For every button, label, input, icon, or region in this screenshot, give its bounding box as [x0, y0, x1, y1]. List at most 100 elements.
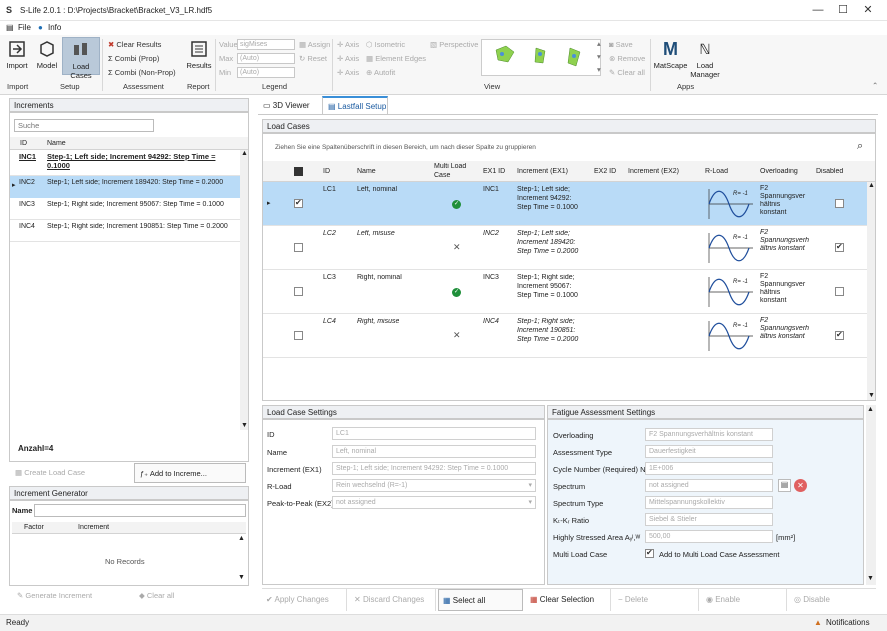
table-row[interactable]: ▸ LC1 Left, nominal ✓ INC1 Step-1; Left side;…: [263, 182, 867, 226]
apply-changes-button[interactable]: ✔ Apply Changes: [262, 589, 347, 611]
table-row[interactable]: LC3 Right, nominal ✓ INC3 Step-1; Right side…: [263, 270, 867, 314]
col-inc-ex2-header[interactable]: Increment (EX2): [628, 168, 679, 177]
col-name-header[interactable]: Name: [357, 168, 376, 177]
disable-button[interactable]: ◎ Disable: [790, 589, 875, 611]
row-disabled-checkbox[interactable]: [835, 287, 844, 296]
value-select[interactable]: sigMises: [237, 39, 295, 50]
increments-scrollbar[interactable]: ▲ ▼: [240, 150, 248, 430]
multi-lc-checkbox[interactable]: [645, 548, 654, 558]
scroll-up-icon[interactable]: ▲: [868, 182, 875, 191]
overloading-select[interactable]: F2 Spannungsverhältnis konstant: [645, 428, 773, 441]
clear-results-button[interactable]: ✖ Clear Results: [108, 40, 161, 49]
load-cases-button[interactable]: Load Cases: [62, 37, 100, 80]
clear-all-views-button[interactable]: ✎ Clear all: [609, 68, 645, 77]
isometric-button[interactable]: ⬡ Isometric: [366, 40, 405, 49]
remove-view-button[interactable]: ⊗ Remove: [609, 54, 645, 63]
close-icon[interactable]: ✕: [857, 3, 879, 18]
increments-search-input[interactable]: [14, 119, 154, 132]
view-gallery[interactable]: [481, 39, 601, 76]
min-input[interactable]: (Auto): [237, 67, 295, 78]
status-notifications[interactable]: Notifications: [826, 618, 870, 627]
scroll-down-icon[interactable]: ▼: [868, 392, 875, 401]
row-select-checkbox[interactable]: [294, 198, 303, 208]
row-disabled-checkbox[interactable]: [835, 242, 844, 252]
model-button[interactable]: Model: [34, 39, 60, 70]
row-select-checkbox[interactable]: [294, 287, 303, 296]
minimize-icon[interactable]: —: [807, 3, 829, 18]
file-menu-icon[interactable]: ▤: [6, 23, 14, 32]
scroll-up-icon[interactable]: ▲: [241, 150, 248, 159]
col-overloading-header[interactable]: Overloading: [760, 168, 798, 177]
col-multi-header[interactable]: Multi Load Case: [434, 163, 474, 180]
spectrum-open-icon[interactable]: ▤: [778, 479, 791, 492]
axis-z-button[interactable]: ✛ Axis: [337, 68, 359, 77]
perspective-button[interactable]: ▧ Perspective: [430, 40, 478, 49]
delete-button[interactable]: − Delete: [614, 589, 699, 611]
row-disabled-checkbox[interactable]: [835, 330, 844, 340]
create-load-case-button[interactable]: ▦ Create Load Case: [12, 464, 127, 482]
menu-file[interactable]: File: [18, 23, 31, 32]
gallery-more-icon[interactable]: ▾: [597, 65, 601, 74]
info-icon[interactable]: ●: [38, 23, 43, 32]
row-select-checkbox[interactable]: [294, 331, 303, 340]
table-row[interactable]: INC1 Step-1; Left side; Increment 94292:…: [10, 150, 240, 176]
import-button[interactable]: Import: [4, 39, 30, 70]
scroll-up-icon[interactable]: ▲: [867, 406, 874, 415]
add-to-increment-button[interactable]: ƒ₊ Add to Increme...: [134, 463, 246, 483]
combi-nonprop-button[interactable]: Σ Combi (Non-Prop): [108, 68, 176, 77]
table-row[interactable]: LC4 Right, misuse ✕ INC4 Step-1; Right side;…: [263, 314, 867, 358]
generator-clear-all-button[interactable]: ◆ Clear all: [139, 591, 174, 600]
col-id-header[interactable]: ID: [323, 168, 330, 177]
row-disabled-checkbox[interactable]: [835, 199, 844, 208]
scroll-down-icon[interactable]: ▼: [238, 574, 245, 583]
col-factor-header[interactable]: Factor: [24, 524, 44, 533]
ribbon-collapse-icon[interactable]: ⌃: [872, 81, 878, 90]
scroll-down-icon[interactable]: ▼: [867, 575, 874, 584]
tab-3d-viewer[interactable]: ▭ 3D Viewer: [258, 98, 318, 114]
lc-inc-select[interactable]: Step-1; Left side; Increment 94292: Step…: [332, 462, 536, 475]
lc-rload-select[interactable]: Rein wechselnd (R=-1) ▾: [332, 479, 536, 492]
axis-x-button[interactable]: ✛ Axis: [337, 40, 359, 49]
table-row[interactable]: ▸ INC2 Step-1; Left side; Increment 1894…: [10, 176, 240, 198]
results-button[interactable]: Results: [185, 39, 213, 70]
max-input[interactable]: (Auto): [237, 53, 295, 64]
assign-button[interactable]: ▦ Assign: [299, 40, 330, 49]
search-icon[interactable]: ⌕: [857, 140, 863, 153]
col-disabled-header[interactable]: Disabled: [816, 168, 843, 177]
save-view-button[interactable]: ◙ Save: [609, 40, 633, 49]
generator-name-input[interactable]: [34, 504, 246, 517]
area-input[interactable]: 500,00: [645, 530, 773, 543]
assessment-type-select[interactable]: Dauerfestigkeit: [645, 445, 773, 458]
table-row[interactable]: INC4 Step-1; Right side; Increment 19085…: [10, 220, 240, 242]
lc-p2p-select[interactable]: not assigned ▾: [332, 496, 536, 509]
gallery-up-icon[interactable]: ▴: [597, 39, 601, 48]
maximize-icon[interactable]: ☐: [832, 3, 854, 18]
col-name-header[interactable]: Name: [47, 140, 66, 149]
combi-prop-button[interactable]: Σ Combi (Prop): [108, 54, 159, 63]
col-ex2id-header[interactable]: EX2 ID: [594, 168, 616, 177]
generate-increment-button[interactable]: ✎ Generate Increment: [17, 591, 92, 600]
spectrum-type-select[interactable]: Mittelspannungskollektiv: [645, 496, 773, 509]
axis-y-button[interactable]: ✛ Axis: [337, 54, 359, 63]
autofit-button[interactable]: ⊕ Autofit: [366, 68, 395, 77]
enable-button[interactable]: ◉ Enable: [702, 589, 787, 611]
tab-lastfall-setup[interactable]: ▤ Lastfall Setup: [322, 96, 388, 114]
col-increment-header[interactable]: Increment: [78, 524, 109, 533]
scroll-up-icon[interactable]: ▲: [238, 535, 245, 544]
ratio-select[interactable]: Siebel & Stieler: [645, 513, 773, 526]
select-all-button[interactable]: ▦ Select all: [438, 589, 523, 611]
spectrum-remove-icon[interactable]: ✕: [794, 479, 807, 492]
col-rload-header[interactable]: R-Load: [705, 168, 728, 177]
spectrum-select[interactable]: not assigned: [645, 479, 773, 492]
select-all-checkbox[interactable]: [294, 166, 303, 176]
load-cases-scrollbar[interactable]: ▲ ▼: [867, 182, 875, 400]
load-manager-button[interactable]: ℕ Load Manager: [689, 39, 721, 79]
lc-name-field[interactable]: Left, nominal: [332, 445, 536, 458]
scroll-down-icon[interactable]: ▼: [241, 422, 248, 431]
col-ex1id-header[interactable]: EX1 ID: [483, 168, 505, 177]
matscape-button[interactable]: M MatScape: [653, 39, 688, 70]
table-row[interactable]: LC2 Left, misuse ✕ INC2 Step-1; Left side; In…: [263, 226, 867, 270]
menu-info[interactable]: Info: [48, 23, 61, 32]
col-inc-ex1-header[interactable]: Increment (EX1): [517, 168, 568, 177]
bell-icon[interactable]: ▲: [814, 618, 822, 627]
